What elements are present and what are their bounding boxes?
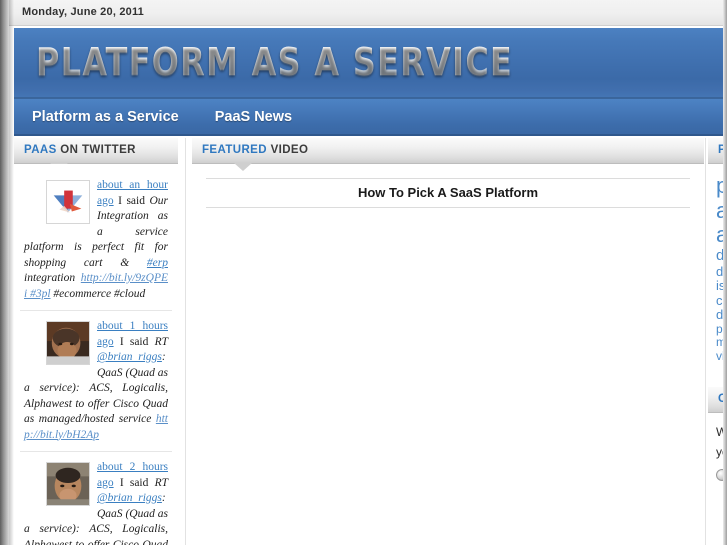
page-left-edge-shadow: [9, 0, 14, 545]
panel-header-label-video: FEATURED VIDEO: [202, 144, 308, 156]
list-item[interactable]: about 1 hours ago I said RT @brian_riggs…: [20, 317, 172, 452]
site-title: PLATFORM AS A SERVICE: [36, 40, 514, 84]
panel-header-label-twitter: PAAS ON TWITTER: [24, 144, 136, 156]
nav-link-platform-as-a-service[interactable]: Platform as a Service: [14, 109, 197, 125]
twitter-avatar-photo-2: [46, 462, 90, 506]
site-masthead: PLATFORM AS A SERVICE: [14, 28, 727, 99]
sidebar-twitter-column: PAAS ON TWITTER about an hour ago I said…: [14, 138, 178, 545]
tweet-said: I said: [113, 335, 155, 348]
tweet-said: I said: [113, 194, 150, 207]
column-divider-right: [705, 138, 706, 545]
twitter-avatar-photo-1: [46, 321, 90, 365]
nav-item-platform-as-a-service[interactable]: Platform as a Service: [14, 99, 197, 134]
panel-header-featured-video: FEATURED VIDEO: [192, 138, 704, 171]
nav-item-paas-news[interactable]: PaaS News: [197, 99, 310, 134]
list-item[interactable]: about 2 hours ago I said RT @brian_riggs…: [20, 458, 172, 545]
content-area: PAAS ON TWITTER about an hour ago I said…: [14, 138, 727, 545]
panel-notch-video: [234, 163, 252, 171]
panel-header-paas-on-twitter: PAAS ON TWITTER: [14, 138, 178, 171]
column-divider-left: [185, 138, 186, 545]
tweet-rt-prefix: RT: [154, 335, 168, 348]
panel-header-rest-video: VIDEO: [266, 144, 309, 156]
page-left-edge: [0, 0, 9, 545]
tweet-said: I said: [113, 476, 155, 489]
panel-header-rest-twitter: ON TWITTER: [56, 144, 136, 156]
video-player-area[interactable]: [206, 208, 690, 508]
tweet-content-3: #ecommerce #cloud: [50, 287, 146, 300]
tweet-rt-prefix: RT: [154, 476, 168, 489]
tweet-hashtag-erp[interactable]: #erp: [147, 257, 168, 269]
panel-header-accent-video: FEATURED: [202, 144, 267, 156]
featured-video-title: How To Pick A SaaS Platform: [206, 178, 690, 208]
twitter-avatar-logo: [46, 180, 90, 224]
page-right-edge: [723, 0, 727, 545]
nav-list: Platform as a Service PaaS News: [14, 99, 727, 134]
panel-header-accent-twitter: PAAS: [24, 144, 57, 156]
nav-link-paas-news[interactable]: PaaS News: [197, 109, 310, 125]
tweet-mention-brian-riggs[interactable]: @brian_riggs: [97, 492, 162, 504]
main-navigation: Platform as a Service PaaS News: [14, 99, 727, 136]
date-bar: Monday, June 20, 2011: [9, 0, 727, 26]
tweet-mention-brian-riggs[interactable]: @brian_riggs: [97, 351, 162, 363]
tweet-content-2: integration: [24, 272, 81, 284]
twitter-feed-list: about an hour ago I said Our Integration…: [14, 164, 178, 545]
featured-video-column: FEATURED VIDEO How To Pick A SaaS Platfo…: [192, 138, 704, 545]
page-root: Monday, June 20, 2011 PLATFORM AS A SERV…: [0, 0, 727, 545]
current-date: Monday, June 20, 2011: [22, 6, 144, 18]
list-item[interactable]: about an hour ago I said Our Integration…: [20, 176, 172, 311]
